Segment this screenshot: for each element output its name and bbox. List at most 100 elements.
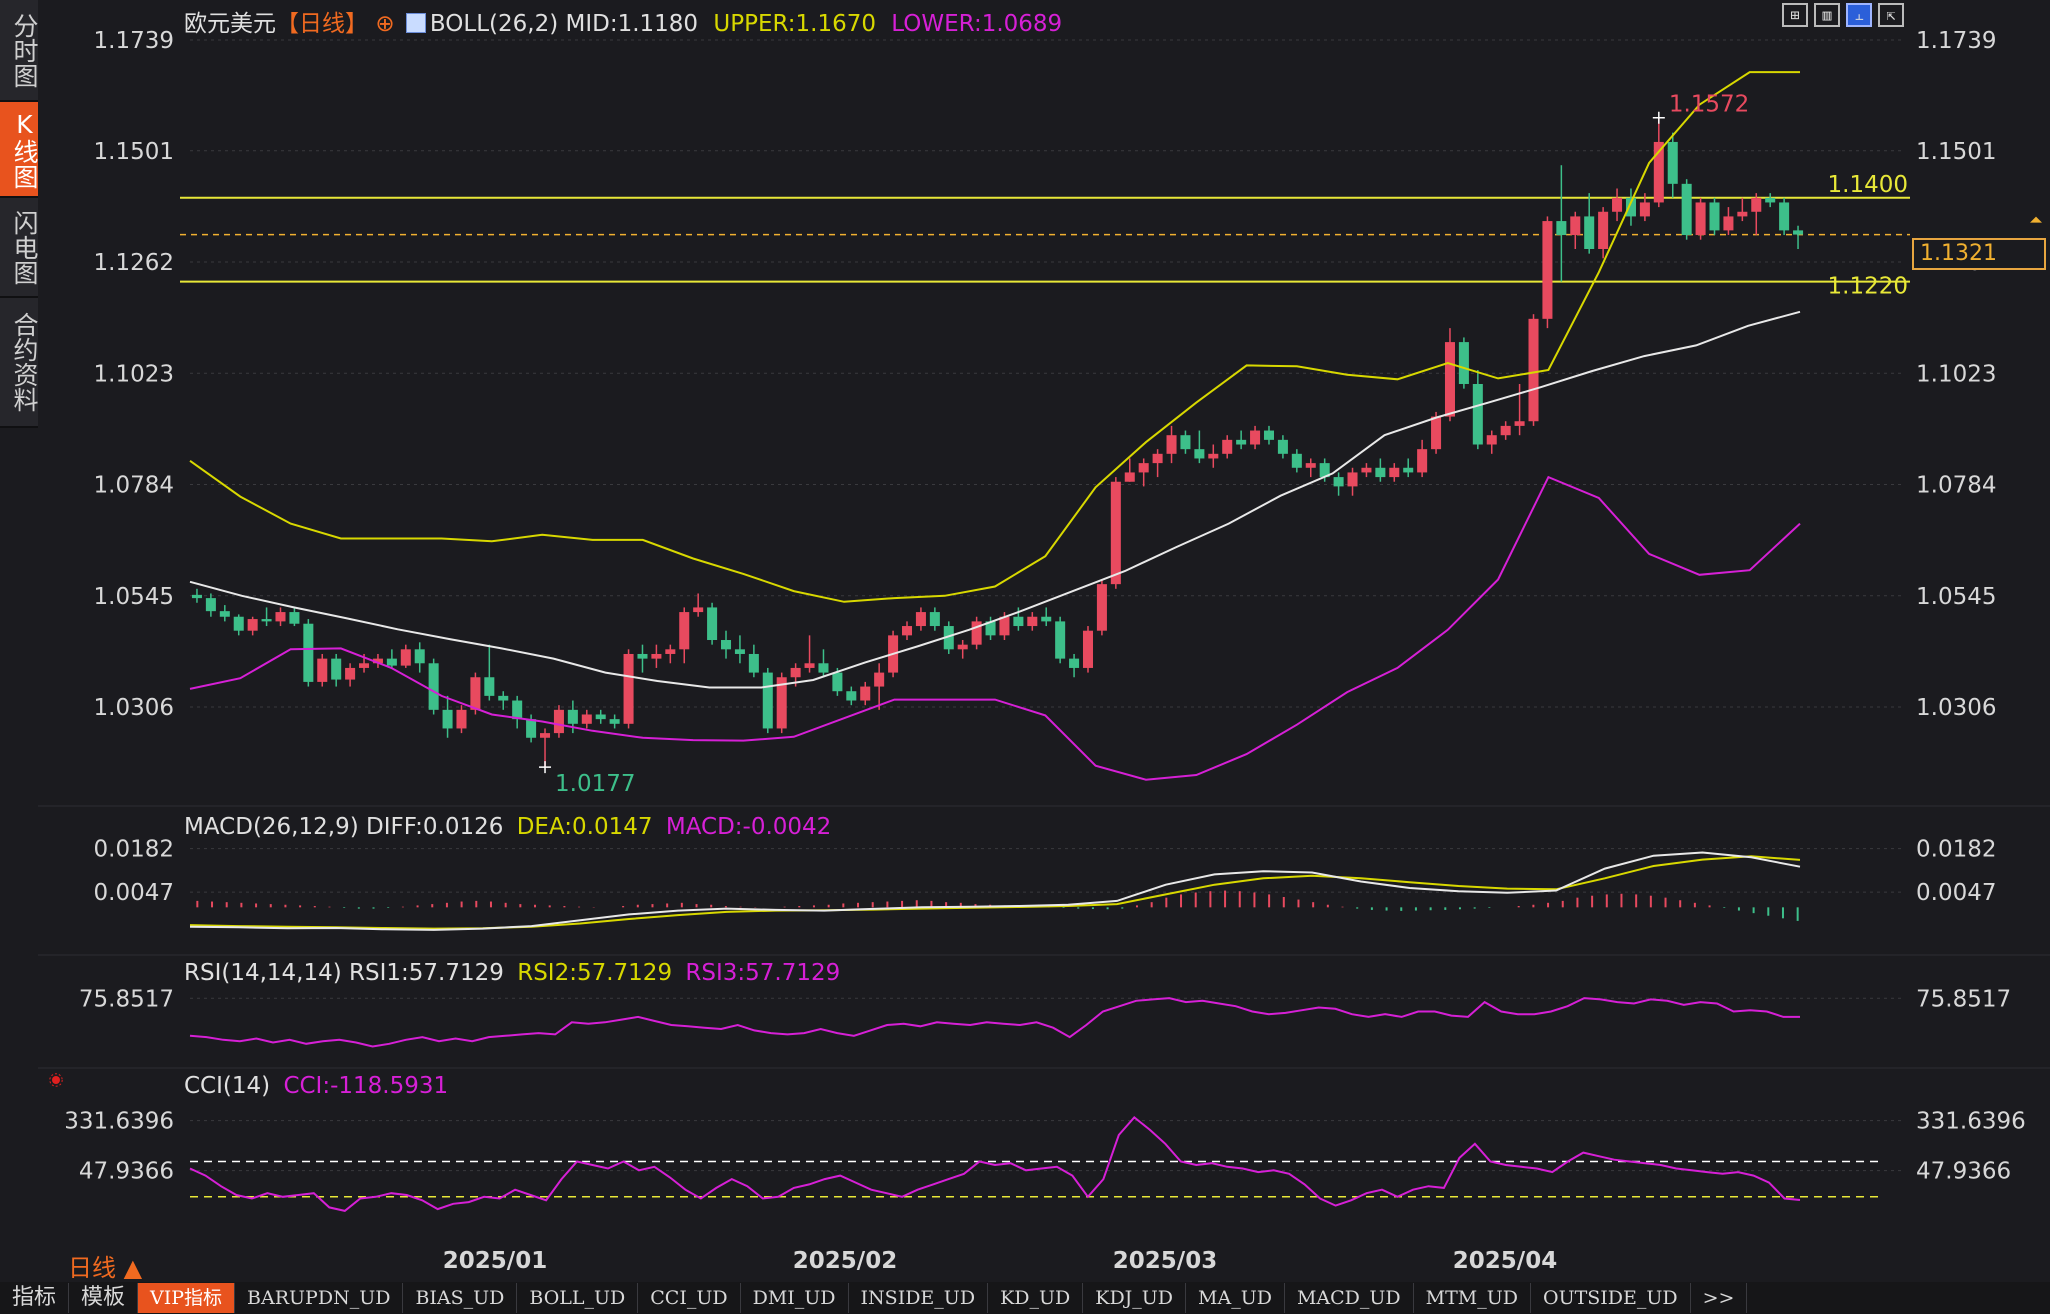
last-price-tag: 1.1321 (1912, 238, 2046, 270)
y-tick-label-right: 1.0784 (1916, 473, 1996, 499)
candle-body (846, 691, 857, 701)
rsi-line (189, 997, 1800, 1048)
tab-templates[interactable]: 模板 (69, 1283, 139, 1313)
tab-indicators[interactable]: 指标 (0, 1283, 70, 1313)
candle-body (929, 612, 940, 627)
candle-body (818, 663, 829, 673)
layout-icon[interactable]: ⊞ (1782, 3, 1808, 27)
indicator-tab-bar: 指标 模板 VIP指标 BARUPDN_UD BIAS_UD BOLL_UD C… (0, 1282, 2050, 1314)
boll-upper: UPPER:1.1670 (713, 11, 876, 37)
boll-legend: BOLL(26,2) (429, 11, 559, 37)
last-price-marker-icon (2030, 216, 2042, 223)
x-axis-label: 2025/03 (1113, 1248, 1217, 1274)
alert-icon[interactable] (49, 1073, 63, 1087)
candle-body (1403, 467, 1414, 473)
tab-bias[interactable]: BIAS_UD (403, 1283, 518, 1313)
period-selector[interactable]: 日线 ▲ (68, 1248, 142, 1283)
macd-diff-line (189, 851, 1801, 931)
macd-tick-label-right: 0.0182 (1916, 837, 1996, 863)
candle-body (1709, 202, 1720, 231)
candle-body (512, 700, 523, 720)
candle-body (679, 612, 690, 650)
candle-body (1681, 183, 1692, 236)
candle-body (1389, 467, 1400, 478)
candle-body (303, 623, 314, 682)
rsi-title: RSI(14,14,14) (184, 960, 342, 986)
candle-body (1361, 467, 1372, 473)
candle-body (651, 653, 662, 659)
tab-kline[interactable]: K线图 (0, 102, 39, 198)
candle-body (1431, 416, 1442, 450)
candle-body (721, 640, 732, 650)
tab-dmi[interactable]: DMI_UD (741, 1283, 849, 1313)
candle-body (1751, 197, 1762, 212)
cci-tick-label-right: 331.6396 (1916, 1109, 2026, 1135)
tab-kd[interactable]: KD_UD (988, 1283, 1084, 1313)
y-tick-label: 1.1262 (94, 250, 174, 276)
candle-body (456, 709, 467, 729)
candle-body (1305, 463, 1316, 468)
macd-tick-label: 0.0182 (94, 837, 174, 863)
rsi1-value: RSI1:57.7129 (349, 960, 504, 986)
tab-vip-indicators[interactable]: VIP指标 (138, 1283, 236, 1313)
tab-barupdn[interactable]: BARUPDN_UD (235, 1283, 404, 1313)
tab-inside[interactable]: INSIDE_UD (849, 1283, 989, 1313)
candle-body (317, 658, 328, 682)
cci-legend: CCI(14) CCI:-118.5931 (184, 1073, 448, 1099)
candle-body (901, 626, 913, 636)
indicator-icon[interactable] (405, 13, 426, 33)
tab-mtm[interactable]: MTM_UD (1414, 1283, 1531, 1313)
rsi-tick-label: 75.8517 (79, 986, 174, 1012)
macd-value: MACD:-0.0042 (665, 814, 832, 840)
instrument-title: 欧元美元 (184, 11, 276, 37)
candle-body (1152, 453, 1163, 464)
candle-body (1737, 211, 1748, 217)
tab-contract-info[interactable]: 合约资料 (0, 298, 39, 428)
candle-body (400, 649, 411, 666)
macd-diff: DIFF:0.0126 (366, 814, 504, 840)
y-tick-label: 1.1739 (94, 28, 174, 54)
cci-title: CCI(14) (184, 1073, 271, 1099)
candle-body (1291, 453, 1302, 468)
tab-kdj[interactable]: KDJ_UD (1083, 1283, 1187, 1313)
candle-body (999, 616, 1010, 636)
expand-icon[interactable]: ⇱ (1878, 3, 1904, 27)
candle-body (693, 607, 704, 613)
macd-tick-label: 0.0047 (94, 880, 174, 906)
candle-grid-icon[interactable]: ▥ (1814, 3, 1840, 27)
candle-body (595, 714, 606, 720)
y-tick-label: 1.0306 (94, 695, 174, 721)
low-marker (539, 761, 552, 774)
y-tick-label-right: 1.0545 (1916, 584, 1996, 610)
x-axis-label: 2025/02 (793, 1248, 897, 1274)
tab-boll[interactable]: BOLL_UD (517, 1283, 639, 1313)
k-line-icon[interactable]: ⫠ (1846, 3, 1872, 27)
candle-body (442, 709, 453, 729)
candle-body (498, 695, 509, 701)
tab-timeshare[interactable]: 分时图 (0, 0, 39, 102)
candle-body (1765, 197, 1776, 203)
candle-body (623, 653, 634, 724)
candle-body (359, 663, 370, 668)
candle-body (1458, 342, 1469, 384)
tab-ma[interactable]: MA_UD (1186, 1283, 1285, 1313)
candle-body (219, 611, 230, 617)
candle-body (386, 658, 397, 666)
candle-body (1444, 342, 1455, 417)
tab-cci[interactable]: CCI_UD (638, 1283, 741, 1313)
tab-outside[interactable]: OUTSIDE_UD (1531, 1283, 1691, 1313)
candle-body (1166, 435, 1177, 454)
tab-macd[interactable]: MACD_UD (1285, 1283, 1414, 1313)
candle-body (1110, 481, 1121, 585)
more-tabs-button[interactable]: >> (1691, 1283, 1748, 1313)
candle-body (1417, 449, 1428, 473)
rsi2-value: RSI2:57.7129 (517, 960, 673, 986)
candle-body (1263, 430, 1274, 440)
candle-body (1486, 435, 1497, 445)
add-icon[interactable]: ⊕ (375, 11, 394, 37)
period-tag[interactable]: 【日线】 (276, 11, 368, 37)
tab-flash-chart[interactable]: 闪电图 (0, 198, 39, 298)
candle-body (1250, 430, 1261, 445)
rsi-legend: RSI(14,14,14) RSI1:57.7129 RSI2:57.7129 … (184, 960, 840, 986)
candle-body (1375, 467, 1386, 478)
